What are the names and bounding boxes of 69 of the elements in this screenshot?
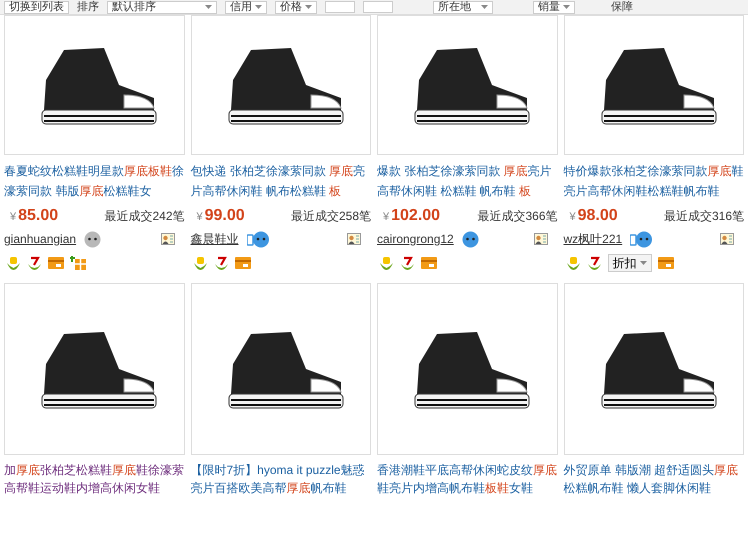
photo-placeholder[interactable]	[564, 15, 744, 155]
price-input[interactable]	[363, 1, 393, 13]
sales-sort-button[interactable]: 销量	[533, 0, 575, 14]
seven-day-icon[interactable]	[400, 256, 415, 270]
photo-placeholder[interactable]	[4, 283, 184, 455]
sales-count: 最近成交316笔	[664, 208, 744, 225]
seller-link[interactable]: 鑫晨鞋业	[190, 230, 238, 248]
card-icon[interactable]	[658, 257, 674, 269]
view-toggle-button[interactable]: 切换到列表	[4, 0, 69, 14]
flower-icon[interactable]	[6, 256, 21, 270]
seven-day-icon[interactable]	[27, 256, 42, 270]
chat-status-icon[interactable]	[84, 230, 102, 248]
photo-placeholder[interactable]	[4, 15, 184, 155]
caret-icon	[255, 5, 262, 9]
filter-button[interactable]: 价格	[275, 0, 317, 14]
photo-placeholder[interactable]	[377, 283, 558, 455]
price: 99.00	[204, 206, 245, 226]
sort-label: 排序	[77, 2, 99, 12]
seller-link[interactable]: gianhuangian	[4, 230, 76, 248]
contact-card-icon[interactable]	[720, 233, 734, 245]
contact-card-icon[interactable]	[534, 233, 548, 245]
photo-placeholder[interactable]	[564, 283, 744, 455]
product-title-link[interactable]: 爆款 张柏芝徐濠萦同款 厚底亮片高帮休闲鞋 松糕鞋 帆布鞋 板	[377, 161, 558, 201]
flower-icon[interactable]	[566, 256, 580, 270]
product-title-link[interactable]: 加厚底张柏芝松糕鞋厚底鞋徐濠萦高帮鞋运动鞋内增高休闲女鞋	[4, 461, 184, 497]
caret-icon	[305, 5, 312, 9]
flower-icon[interactable]	[192, 256, 208, 270]
photo-placeholder[interactable]	[190, 15, 371, 155]
currency-sign: ¥	[383, 210, 390, 225]
product-title-link[interactable]: 特价爆款张柏芝徐濠萦同款厚底鞋亮片高帮休闲鞋松糕鞋帆布鞋	[564, 161, 744, 201]
sales-count: 最近成交242笔	[104, 208, 184, 225]
price-input[interactable]	[325, 1, 355, 13]
caret-icon	[481, 5, 488, 9]
caret-icon	[205, 5, 212, 9]
guarantee-button[interactable]: 保障	[607, 2, 637, 12]
sales-count: 最近成交258笔	[290, 208, 371, 225]
price: 85.00	[18, 206, 58, 226]
price: 98.00	[578, 206, 618, 226]
currency-sign: ¥	[10, 210, 16, 225]
price: 102.00	[391, 206, 440, 226]
photo-placeholder[interactable]	[190, 283, 371, 455]
photo-placeholder[interactable]	[377, 15, 558, 155]
product-title-link[interactable]: 外贸原单 韩版潮 超舒适圆头厚底松糕帆布鞋 懒人套脚休闲鞋	[564, 461, 744, 497]
discount-dropdown[interactable]: 折扣	[608, 254, 652, 272]
contact-card-icon[interactable]	[347, 233, 361, 245]
card-icon[interactable]	[421, 257, 437, 269]
filter-button[interactable]: 信用	[225, 0, 267, 14]
seller-link[interactable]: wz枫叶221	[564, 230, 622, 248]
caret-icon	[563, 5, 570, 9]
currency-sign: ¥	[570, 210, 576, 225]
chat-status-icon[interactable]	[246, 230, 268, 248]
card-icon[interactable]	[234, 257, 250, 269]
flower-icon[interactable]	[379, 256, 394, 270]
product-title-link[interactable]: 香港潮鞋平底高帮休闲蛇皮纹厚底鞋亮片内增高帆布鞋板鞋女鞋	[377, 461, 558, 497]
seven-day-icon[interactable]	[586, 256, 602, 270]
product-title-link[interactable]: 春夏蛇纹松糕鞋明星款厚底板鞋徐濠萦同款 韩版厚底松糕鞋女	[4, 161, 184, 201]
product-title-link[interactable]: 【限时7折】hyoma it puzzle魅惑亮片百搭欧美高帮厚底帆布鞋	[190, 461, 371, 497]
currency-sign: ¥	[196, 210, 203, 225]
chat-status-icon[interactable]	[462, 230, 479, 248]
contact-card-icon[interactable]	[160, 233, 174, 245]
location-dropdown[interactable]: 所在地	[433, 0, 493, 14]
card-icon[interactable]	[48, 257, 64, 269]
product-title-link[interactable]: 包快递 张柏芝徐濠萦同款 厚底亮片高帮休闲鞋 帆布松糕鞋 板	[190, 161, 371, 201]
seller-link[interactable]: cairongrong12	[377, 230, 454, 248]
caret-icon	[640, 261, 646, 265]
chat-status-icon[interactable]	[630, 230, 652, 248]
seven-day-icon[interactable]	[214, 256, 228, 270]
sort-dropdown[interactable]: 默认排序	[107, 0, 217, 14]
sales-count: 最近成交366笔	[477, 208, 558, 225]
